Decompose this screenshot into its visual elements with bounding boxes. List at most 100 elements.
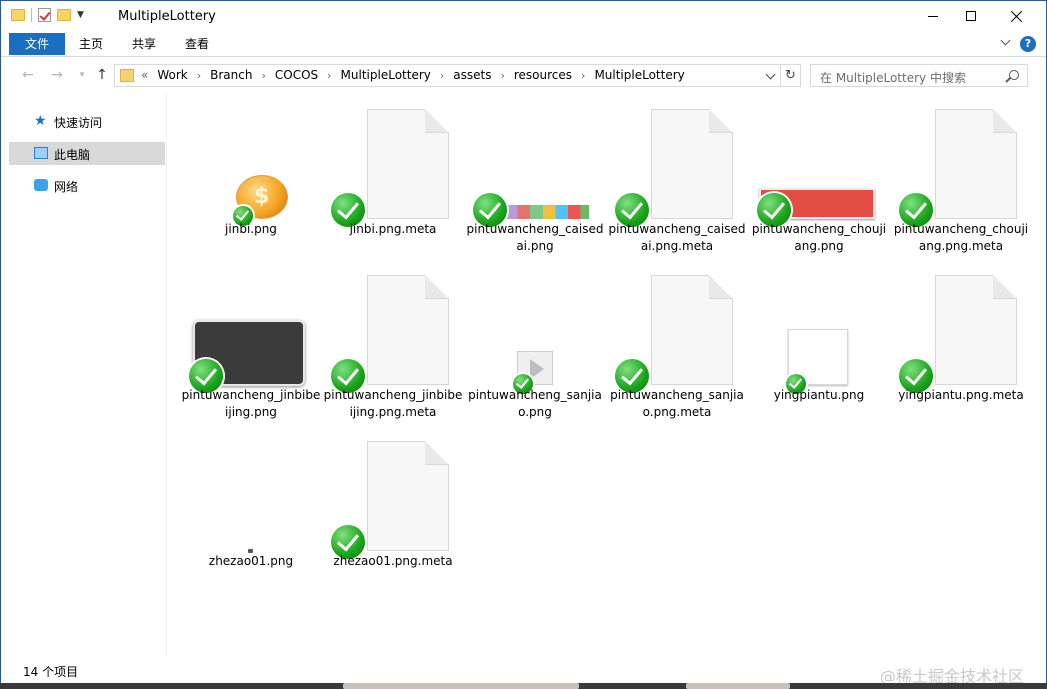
chevron-right-icon[interactable]: › [500,69,504,82]
close-icon [1011,10,1023,22]
color-strip-image [505,205,589,219]
file-item[interactable]: jinbi.png.meta [323,93,463,253]
document-icon [651,275,733,385]
document-icon [367,275,449,385]
file-name: jinbi.png.meta [349,222,437,236]
file-list: $ jinbi.png jinbi.png.meta pintuwancheng… [168,93,1046,656]
file-item[interactable]: zhezao01.png.meta [323,425,463,585]
file-name: pintuwancheng_caisedai.png [466,222,604,253]
chevron-right-icon[interactable]: › [261,69,265,82]
sidebar-item-network[interactable]: 网络 [9,174,165,197]
address-bar[interactable]: « Work › Branch › COCOS › MultipleLotter… [114,64,781,87]
search-icon[interactable] [1009,70,1019,80]
refresh-icon[interactable]: ↻ [781,64,801,87]
title-bar: ▼ MultipleLottery [1,1,1046,31]
document-icon [935,109,1017,219]
document-thumbnail [323,93,463,227]
file-item[interactable]: pintuwancheng_caisedai.png.meta [607,93,747,253]
tab-share[interactable]: 共享 [124,33,164,55]
maximize-button[interactable] [948,1,994,31]
search-input[interactable]: 在 MultipleLottery 中搜索 [810,64,1028,87]
file-name: pintuwancheng_sanjiao.png [468,388,602,419]
breadcrumb-overflow[interactable]: « [141,68,148,82]
file-name: zhezao01.png.meta [333,554,453,568]
breadcrumb-branch[interactable]: Branch [210,68,252,82]
breadcrumb: « Work › Branch › COCOS › MultipleLotter… [141,68,685,82]
file-item[interactable]: pintuwancheng_sanjiao.png.meta [607,259,747,419]
taskbar-item[interactable] [343,683,579,689]
file-name: pintuwancheng_jinbibeijing.png [181,388,321,419]
navigation-bar: ← → ▾ ↑ « Work › Branch › COCOS › Multip… [1,58,1046,93]
file-item[interactable]: pintuwancheng_caisedai.png [465,93,605,253]
taskbar-item[interactable] [686,683,790,689]
taskbar-strip [0,683,1047,689]
image-thumbnail [181,425,321,553]
document-thumbnail [891,93,1031,227]
document-icon [651,109,733,219]
this-pc-icon [34,147,48,159]
sidebar-item-quick-access[interactable]: ★ 快速访问 [9,110,165,133]
file-explorer-window: ▼ MultipleLottery 文件 主页 共享 查看 ? ← → ▾ ↑ … [0,0,1047,684]
document-thumbnail [323,259,463,393]
folder-icon [120,69,134,82]
folder-icon [11,9,25,21]
breadcrumb-assets[interactable]: assets [453,68,491,82]
file-item[interactable]: yingpiantu.png.meta [891,259,1031,419]
file-name: pintuwancheng_caisedai.png.meta [608,222,746,253]
file-item[interactable]: yingpiantu.png [749,259,889,419]
file-item[interactable]: pintuwancheng_choujiang.png.meta [891,93,1031,253]
new-folder-icon[interactable] [57,9,71,21]
tab-file[interactable]: 文件 [9,33,65,55]
item-count: 14 个项目 [23,665,79,679]
quick-access-star-icon: ★ [34,113,47,129]
expand-ribbon-chevron-icon[interactable] [1001,37,1011,47]
breadcrumb-multiplelottery[interactable]: MultipleLottery [341,68,431,82]
tab-home[interactable]: 主页 [71,33,111,55]
file-name: pintuwancheng_jinbibeijing.png.meta [323,388,463,419]
chevron-right-icon[interactable]: › [197,69,201,82]
window-title: MultipleLottery [118,9,216,24]
up-arrow-icon[interactable]: ↑ [94,67,110,83]
back-arrow-icon[interactable]: ← [20,67,36,83]
file-name: yingpiantu.png [773,388,865,402]
breadcrumb-resources[interactable]: resources [514,68,572,82]
file-name: zhezao01.png [208,554,294,568]
document-thumbnail [607,259,747,393]
address-history-dropdown-icon[interactable] [765,69,776,80]
forward-arrow-icon[interactable]: → [49,67,65,83]
customize-toolbar-dropdown-icon[interactable]: ▼ [77,10,84,20]
chevron-right-icon[interactable]: › [327,69,331,82]
navigation-pane: ★ 快速访问 此电脑 网络 [1,93,167,656]
file-item[interactable]: pintuwancheng_choujiang.png [749,93,889,253]
document-icon [367,109,449,219]
document-icon [935,275,1017,385]
close-button[interactable] [994,1,1040,31]
network-icon [34,179,48,191]
sidebar-item-this-pc[interactable]: 此电脑 [9,142,165,165]
breadcrumb-current-folder[interactable]: MultipleLottery [594,68,684,82]
breadcrumb-cocos[interactable]: COCOS [275,68,318,82]
chevron-right-icon[interactable]: › [581,69,585,82]
properties-icon[interactable] [38,8,51,22]
search-placeholder: 在 MultipleLottery 中搜索 [820,71,966,85]
document-icon [367,441,449,551]
image-thumbnail [181,259,321,393]
file-item[interactable]: pintuwancheng_sanjiao.png [465,259,605,419]
breadcrumb-work[interactable]: Work [157,68,187,82]
file-item[interactable]: pintuwancheng_jinbibeijing.png [181,259,321,419]
sidebar-item-label: 快速访问 [54,116,103,130]
sidebar-item-label: 此电脑 [54,148,91,162]
chevron-right-icon[interactable]: › [440,69,444,82]
quick-access-toolbar: ▼ [11,8,84,22]
image-thumbnail [465,93,605,227]
file-item[interactable]: $ jinbi.png [181,93,321,253]
tab-view[interactable]: 查看 [177,33,217,55]
recent-locations-chevron-icon[interactable]: ▾ [74,67,90,83]
document-thumbnail [323,425,463,559]
ribbon-tabs: 文件 主页 共享 查看 ? [1,31,1046,57]
sidebar-item-label: 网络 [54,180,79,194]
file-item[interactable]: pintuwancheng_jinbibeijing.png.meta [323,259,463,419]
help-icon[interactable]: ? [1020,36,1036,52]
minimize-icon [928,15,938,17]
file-item[interactable]: zhezao01.png [181,425,321,585]
